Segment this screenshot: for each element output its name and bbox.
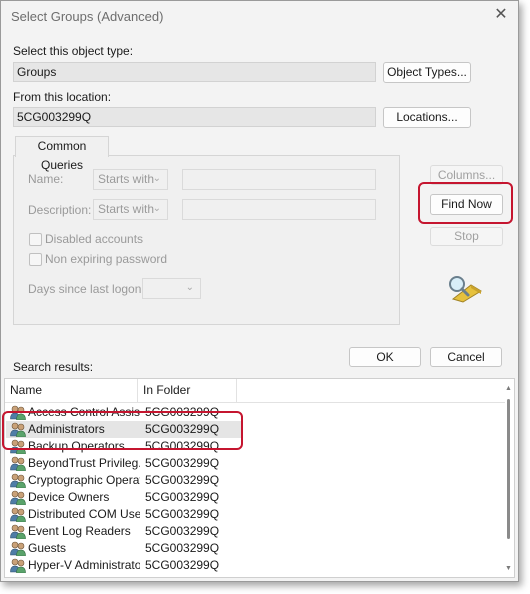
name-mode-value: Starts with xyxy=(98,172,155,186)
group-users-icon xyxy=(10,507,26,523)
search-results-label: Search results: xyxy=(13,360,94,374)
description-mode-value: Starts with xyxy=(98,202,155,216)
row-name: Cryptographic Operat... xyxy=(28,473,140,487)
vertical-scrollbar[interactable]: ▲ ▼ xyxy=(503,381,513,576)
row-name: Device Owners xyxy=(28,490,110,504)
scroll-down-icon[interactable]: ▼ xyxy=(505,565,512,572)
close-icon[interactable]: ✕ xyxy=(491,5,511,25)
select-groups-dialog: Select Groups (Advanced) ✕ Select this o… xyxy=(0,0,519,582)
column-header-name[interactable]: Name xyxy=(5,379,138,402)
row-name: Distributed COM Users xyxy=(28,507,140,521)
row-folder: 5CG003299Q xyxy=(145,507,220,521)
locations-button[interactable]: Locations... xyxy=(383,107,471,128)
description-label: Description: xyxy=(28,203,92,217)
group-users-icon xyxy=(10,456,26,472)
location-field: 5CG003299Q xyxy=(13,107,376,127)
group-users-icon xyxy=(10,541,26,557)
scrollbar-thumb[interactable] xyxy=(507,399,510,539)
row-name: Hyper-V Administrators xyxy=(28,558,140,572)
window-title: Select Groups (Advanced) xyxy=(11,9,164,24)
find-now-highlight xyxy=(418,182,513,224)
row-folder: 5CG003299Q xyxy=(145,558,220,572)
row-name: BeyondTrust Privileg... xyxy=(28,456,140,470)
table-row[interactable]: Hyper-V Administrators 5CG003299Q xyxy=(6,557,242,574)
table-row[interactable]: Device Owners 5CG003299Q xyxy=(6,489,242,506)
row-folder: 5CG003299Q xyxy=(145,456,220,470)
object-types-button[interactable]: Object Types... xyxy=(383,62,471,83)
chevron-down-icon: ⌄ xyxy=(152,173,161,184)
object-type-label: Select this object type: xyxy=(13,44,134,58)
group-users-icon xyxy=(10,524,26,540)
non-expiring-password-label: Non expiring password xyxy=(45,252,168,266)
group-users-icon xyxy=(10,490,26,506)
chevron-down-icon: ⌄ xyxy=(185,282,194,293)
days-since-logon-label: Days since last logon: xyxy=(28,282,145,296)
table-row[interactable]: Guests 5CG003299Q xyxy=(6,540,242,557)
tab-common-queries[interactable]: Common Queries xyxy=(15,136,109,172)
row-name: Guests xyxy=(28,541,67,555)
table-row[interactable]: Cryptographic Operat... 5CG003299Q xyxy=(6,472,242,489)
column-header-in-folder[interactable]: In Folder xyxy=(138,379,237,402)
table-row[interactable]: Event Log Readers 5CG003299Q xyxy=(6,523,242,540)
non-expiring-password-checkbox[interactable] xyxy=(29,253,42,266)
description-input[interactable] xyxy=(182,199,376,220)
cancel-button[interactable]: Cancel xyxy=(430,347,502,367)
chevron-down-icon: ⌄ xyxy=(152,203,161,214)
disabled-accounts-checkbox[interactable] xyxy=(29,233,42,246)
group-users-icon xyxy=(10,473,26,489)
table-row[interactable]: BeyondTrust Privileg... 5CG003299Q xyxy=(6,455,242,472)
row-folder: 5CG003299Q xyxy=(145,490,220,504)
stop-button[interactable]: Stop xyxy=(430,227,503,246)
row-folder: 5CG003299Q xyxy=(145,524,220,538)
group-users-icon xyxy=(10,558,26,574)
row-folder: 5CG003299Q xyxy=(145,541,220,555)
table-row[interactable]: Distributed COM Users 5CG003299Q xyxy=(6,506,242,523)
results-header: Name In Folder xyxy=(5,379,505,403)
location-label: From this location: xyxy=(13,90,112,104)
row-name: Event Log Readers xyxy=(28,524,131,538)
search-flashlight-icon xyxy=(447,273,483,303)
object-type-field: Groups xyxy=(13,62,376,82)
scroll-up-icon[interactable]: ▲ xyxy=(505,385,512,392)
description-mode-select[interactable]: Starts with ⌄ xyxy=(93,199,168,220)
search-results-list[interactable]: Name In Folder Access Control Assis... 5C… xyxy=(4,378,515,578)
days-since-logon-select[interactable]: ⌄ xyxy=(142,278,201,299)
row-folder: 5CG003299Q xyxy=(145,473,220,487)
administrators-highlight xyxy=(2,411,243,450)
ok-button[interactable]: OK xyxy=(349,347,421,367)
name-input[interactable] xyxy=(182,169,376,190)
disabled-accounts-label: Disabled accounts xyxy=(45,232,144,246)
name-mode-select[interactable]: Starts with ⌄ xyxy=(93,169,168,190)
